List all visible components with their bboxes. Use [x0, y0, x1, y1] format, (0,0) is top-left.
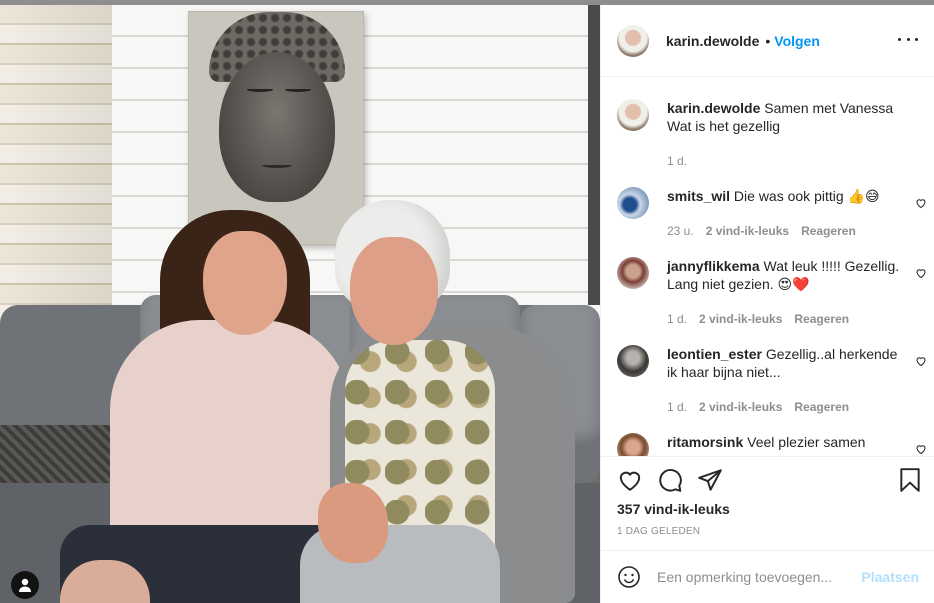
comment-time[interactable]: 23 u. — [667, 224, 694, 238]
avatar[interactable] — [617, 257, 649, 289]
avatar[interactable] — [617, 187, 649, 219]
smile-icon[interactable] — [617, 565, 641, 589]
comment-like-icon[interactable] — [915, 197, 927, 209]
comment-time[interactable]: 1 d. — [667, 400, 687, 414]
post-sidebar: karin.dewolde • Volgen karin.dewolde Sam… — [600, 5, 934, 603]
comment-like-icon[interactable] — [915, 443, 927, 455]
reply-button[interactable]: Reageren — [794, 400, 849, 414]
post-date[interactable]: 1 DAG GELEDEN — [617, 526, 700, 537]
separator-dot: • — [765, 32, 771, 49]
comment-text: Die was ook pittig — [733, 188, 844, 204]
comment-like-icon[interactable] — [915, 267, 927, 279]
caption-time[interactable]: 1 d. — [667, 154, 687, 168]
follow-button[interactable]: Volgen — [774, 33, 820, 49]
avatar[interactable] — [617, 345, 649, 377]
avatar[interactable] — [617, 99, 649, 131]
comment-likes[interactable]: 2 vind-ik-leuks — [699, 312, 782, 326]
comment-like-icon[interactable] — [915, 355, 927, 367]
bookmark-icon[interactable] — [897, 467, 923, 493]
comment-username[interactable]: leontien_ester — [667, 346, 762, 362]
comment-username[interactable]: ritamorsink — [667, 434, 743, 450]
likes-count[interactable]: 357 vind-ik-leuks — [617, 501, 730, 517]
share-icon[interactable] — [697, 467, 723, 493]
comment-emoji: 👍😅 — [847, 189, 880, 205]
avatar[interactable] — [617, 24, 649, 57]
reply-button[interactable]: Reageren — [794, 312, 849, 326]
action-bar — [601, 456, 934, 501]
more-icon[interactable] — [898, 29, 918, 49]
comment-emoji: 😍❤️ — [777, 277, 810, 293]
caption-username[interactable]: karin.dewolde — [667, 100, 760, 116]
user-tag-icon[interactable] — [11, 571, 39, 599]
post-button[interactable]: Plaatsen — [861, 569, 919, 585]
comments-list[interactable]: karin.dewolde Samen met Vanessa Wat is h… — [601, 78, 934, 456]
add-comment-bar: Plaatsen — [601, 550, 934, 603]
comment-icon[interactable] — [657, 467, 683, 493]
comment-likes[interactable]: 2 vind-ik-leuks — [706, 224, 789, 238]
post-header: karin.dewolde • Volgen — [601, 5, 934, 77]
comment-time[interactable]: 1 d. — [667, 312, 687, 326]
comment-input[interactable] — [657, 569, 847, 585]
comment-text: Veel plezier samen — [747, 434, 866, 450]
reply-button[interactable]: Reageren — [801, 224, 856, 238]
avatar[interactable] — [617, 433, 649, 456]
header-username[interactable]: karin.dewolde — [666, 33, 759, 49]
comment-username[interactable]: jannyflikkema — [667, 258, 760, 274]
buddha-painting — [188, 11, 364, 245]
comment-username[interactable]: smits_wil — [667, 188, 730, 204]
post-photo[interactable] — [0, 5, 600, 603]
heart-icon[interactable] — [617, 467, 643, 493]
comment-likes[interactable]: 2 vind-ik-leuks — [699, 400, 782, 414]
